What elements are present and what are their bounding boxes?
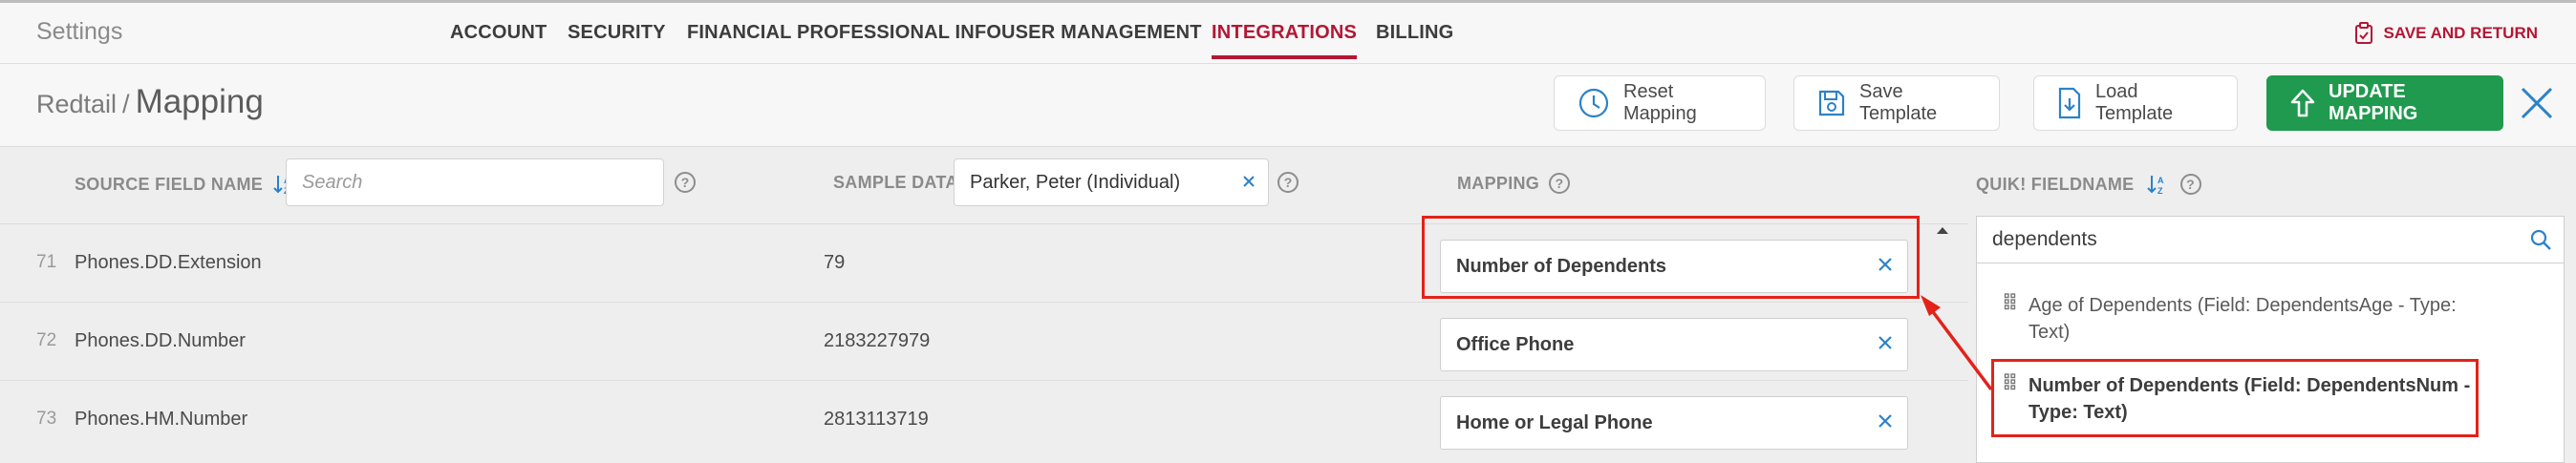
quik-fieldname-label: QUIK! FIELDNAME (1976, 174, 2135, 194)
tab-account[interactable]: ACCOUNT (450, 22, 547, 44)
row-number: 71 (36, 252, 57, 272)
save-template-button[interactable]: Save Template (1793, 75, 2000, 131)
mapping-header: MAPPING ? (1457, 173, 1571, 194)
mapping-value: Office Phone (1456, 334, 1575, 355)
breadcrumb: Redtail / Mapping (36, 83, 264, 121)
result-text: Age of Dependents (Field: DependentsAge … (2029, 295, 2457, 343)
breadcrumb-root[interactable]: Redtail (36, 90, 117, 118)
tab-integrations[interactable]: INTEGRATIONS (1212, 22, 1358, 59)
svg-text:Z: Z (2157, 186, 2163, 196)
source-field-name: Phones.DD.Extension (75, 252, 262, 273)
search-icon[interactable] (2529, 228, 2552, 251)
sample-data-header: SAMPLE DATA (833, 173, 958, 192)
source-field-name: Phones.DD.Number (75, 330, 246, 351)
help-icon[interactable]: ? (2179, 174, 2201, 195)
tab-billing[interactable]: BILLING (1376, 22, 1453, 44)
sample-data-value: Parker, Peter (Individual) (970, 171, 1181, 193)
row-number: 73 (36, 409, 57, 429)
sample-data-value: 79 (824, 252, 846, 273)
file-download-icon (2057, 87, 2082, 119)
save-and-return-label: SAVE AND RETURN (2383, 24, 2538, 42)
update-mapping-button[interactable]: UPDATE MAPPING (2266, 75, 2503, 131)
table-row: 73 Phones.HM.Number 2813113719 Home or L… (0, 380, 1968, 458)
clipboard-check-icon (2354, 22, 2373, 45)
clear-icon[interactable] (1241, 174, 1256, 189)
mapping-field[interactable]: Office Phone (1440, 318, 1908, 371)
close-icon[interactable] (2519, 85, 2555, 121)
page-header: Redtail / Mapping Reset Mapping Save Templ… (0, 64, 2576, 147)
save-template-label: Save Template (1859, 81, 1938, 124)
mapping-field[interactable]: Home or Legal Phone (1440, 396, 1908, 450)
sort-az-icon[interactable]: AZ (2146, 173, 2169, 196)
clear-icon[interactable] (1877, 412, 1894, 430)
quik-fieldname-header: QUIK! FIELDNAME AZ ? (1976, 173, 2201, 196)
source-field-name: Phones.HM.Number (75, 409, 248, 430)
top-nav: Settings ACCOUNT SECURITY FINANCIAL PROF… (0, 0, 2576, 64)
help-icon[interactable]: ? (675, 172, 696, 193)
tab-security[interactable]: SECURITY (568, 22, 666, 44)
row-number: 72 (36, 330, 57, 350)
clock-icon (1578, 87, 1610, 119)
reset-mapping-button[interactable]: Reset Mapping (1554, 75, 1766, 131)
sample-data-value: 2813113719 (824, 409, 929, 430)
list-item[interactable]: Age of Dependents (Field: DependentsAge … (2004, 292, 2478, 346)
load-template-button[interactable]: Load Template (2033, 75, 2238, 131)
reset-mapping-label: Reset Mapping (1623, 81, 1697, 124)
mapping-value: Home or Legal Phone (1456, 412, 1653, 433)
clear-icon[interactable] (1877, 334, 1894, 351)
source-field-header-label: SOURCE FIELD NAME (75, 174, 264, 194)
source-search-input[interactable]: Search (286, 158, 664, 206)
quik-fieldname-search-input[interactable]: dependents (1976, 216, 2565, 263)
update-mapping-label: UPDATE MAPPING (2329, 81, 2418, 124)
svg-text:A: A (2157, 176, 2164, 185)
app-title: Settings (36, 18, 123, 45)
upload-arrow-icon (2290, 88, 2315, 118)
help-icon[interactable]: ? (1549, 173, 1571, 194)
quik-fieldname-search-value: dependents (1992, 228, 2097, 250)
breadcrumb-separator: / (122, 90, 130, 118)
mapping-header-label: MAPPING (1457, 173, 1540, 193)
save-icon (1817, 89, 1846, 117)
help-icon[interactable]: ? (1277, 172, 1299, 193)
drag-handle-icon[interactable] (2004, 292, 2017, 346)
highlight-mapping-box (1422, 216, 1920, 299)
source-field-header: SOURCE FIELD NAME AZ (75, 173, 295, 197)
tab-financial-professional-info[interactable]: FINANCIAL PROFESSIONAL INFO (687, 22, 1001, 44)
load-template-label: Load Template (2095, 81, 2174, 124)
sample-data-select[interactable]: Parker, Peter (Individual) (954, 158, 1269, 206)
page-title: Mapping (135, 83, 264, 120)
caret-up-icon[interactable] (1936, 225, 1949, 235)
highlight-selected-result (1991, 359, 2479, 437)
sample-data-value: 2183227979 (824, 330, 931, 351)
save-and-return-button[interactable]: SAVE AND RETURN (2354, 22, 2538, 45)
table-row: 72 Phones.DD.Number 2183227979 Office Ph… (0, 302, 1968, 380)
tab-user-management[interactable]: USER MANAGEMENT (1001, 22, 1202, 44)
column-header-row: SOURCE FIELD NAME AZ Search ? SAMPLE DAT… (0, 147, 1968, 223)
